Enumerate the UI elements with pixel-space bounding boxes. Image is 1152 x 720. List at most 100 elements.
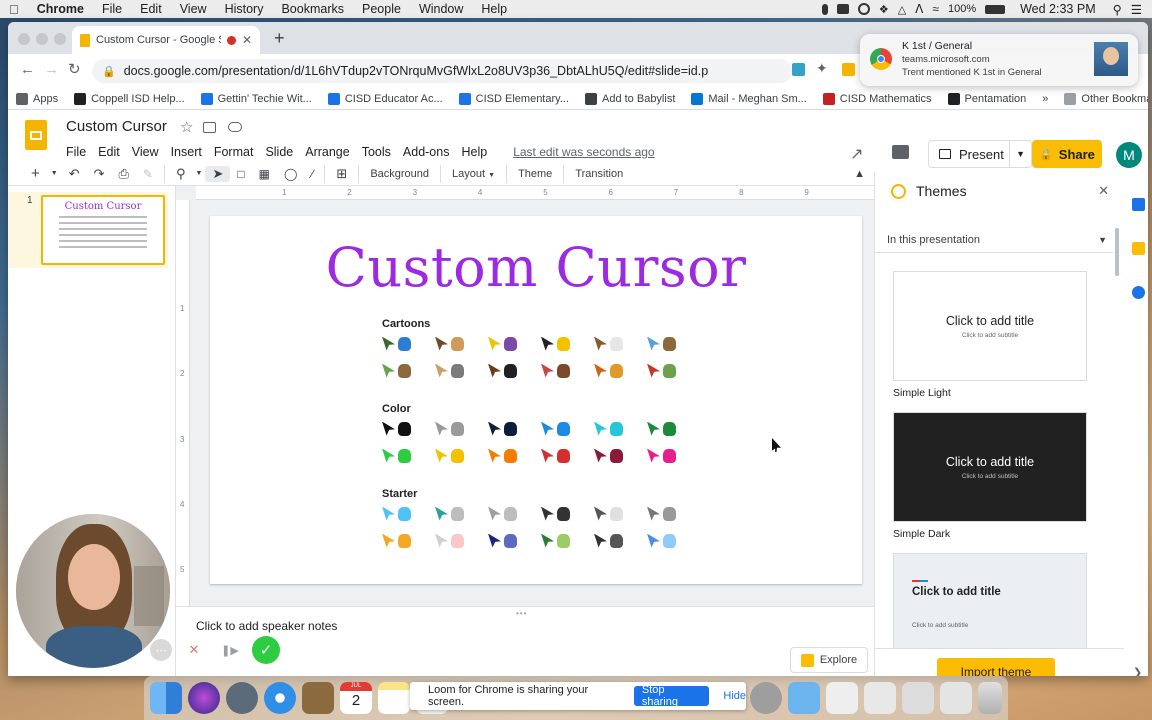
window-thumbnail-3[interactable] <box>902 682 934 714</box>
explore-button[interactable]: Explore <box>790 647 868 673</box>
bookmark-item[interactable]: CISD Mathematics <box>815 92 940 105</box>
paint-format-icon[interactable]: ✎ <box>136 167 160 181</box>
horizontal-ruler[interactable]: 1 2 3 4 5 6 7 8 9 <box>196 186 874 200</box>
share-button[interactable]: 🔒 Share <box>1032 140 1102 168</box>
line-icon[interactable]: ∕ <box>304 167 320 181</box>
window-minimize-button[interactable] <box>36 33 48 45</box>
drive-icon[interactable]: △ <box>898 3 906 16</box>
siri-icon[interactable] <box>188 682 220 714</box>
launchpad-icon[interactable] <box>226 682 258 714</box>
section-label-cartoons[interactable]: Cartoons <box>382 318 430 330</box>
cursor-option[interactable] <box>382 532 435 549</box>
cursor-option[interactable] <box>647 532 700 549</box>
spotlight-search-icon[interactable]: ⚲ <box>1113 2 1122 17</box>
extension-keep-icon[interactable] <box>842 63 855 76</box>
cursor-option[interactable] <box>647 335 700 352</box>
loom-finish-icon[interactable]: ✓ <box>252 636 280 664</box>
menu-tools[interactable]: Tools <box>362 141 398 163</box>
loom-webcam-bubble[interactable] <box>16 514 170 668</box>
microphone-icon[interactable] <box>821 3 828 15</box>
clock[interactable]: Wed 2:33 PM <box>1020 2 1096 16</box>
theme-filter-dropdown[interactable]: In this presentation ▼ <box>887 232 1107 248</box>
cursor-option[interactable] <box>647 420 700 437</box>
cursor-option[interactable] <box>541 532 594 549</box>
bookmark-item[interactable]: Coppell ISD Help... <box>66 92 193 105</box>
cursor-option[interactable] <box>594 505 647 522</box>
menu-file[interactable]: File <box>66 141 93 163</box>
cursor-option[interactable] <box>647 505 700 522</box>
window-thumbnail-2[interactable] <box>864 682 896 714</box>
select-cursor-icon[interactable]: ➤ <box>205 165 231 182</box>
cursor-option[interactable] <box>541 362 594 379</box>
slide-editor[interactable]: Custom Cursor Cartoons Color Starter <box>210 216 862 584</box>
url-text[interactable]: docs.google.com/presentation/d/1L6hVTdup… <box>124 64 709 78</box>
menu-insert[interactable]: Insert <box>171 141 209 163</box>
slide-title[interactable]: Custom Cursor <box>210 236 862 299</box>
add-comment-icon[interactable]: ⊞ <box>329 166 354 182</box>
hide-button[interactable]: Hide <box>723 690 746 702</box>
loom-more-icon[interactable]: ⋯ <box>150 639 172 661</box>
cursor-option[interactable] <box>488 505 541 522</box>
mac-menu-bookmarks[interactable]: Bookmarks <box>272 2 353 16</box>
keep-addon-icon[interactable] <box>1132 242 1145 255</box>
zoom-icon[interactable]: ⚲ <box>169 166 193 182</box>
system-preferences-icon[interactable] <box>750 682 782 714</box>
battery-percent[interactable]: 100% <box>948 3 976 15</box>
cursor-option[interactable] <box>382 420 435 437</box>
menu-help[interactable]: Help <box>461 141 494 163</box>
expand-panel-icon[interactable]: ❯ <box>1133 666 1142 676</box>
trash-icon[interactable] <box>978 682 1002 714</box>
cursor-option[interactable] <box>382 505 435 522</box>
battery-icon[interactable] <box>985 4 1006 14</box>
tasks-addon-icon[interactable] <box>1132 286 1145 299</box>
calendar-addon-icon[interactable] <box>1132 198 1145 211</box>
new-slide-icon[interactable]: + <box>24 165 47 182</box>
cursor-option[interactable] <box>594 532 647 549</box>
cursor-option[interactable] <box>488 420 541 437</box>
calendar-icon[interactable]: JUL 2 <box>340 682 372 714</box>
window-zoom-button[interactable] <box>54 33 66 45</box>
theme-card[interactable]: Click to add title Click to add subtitle <box>893 553 1087 649</box>
new-slide-dropdown-icon[interactable]: ▼ <box>47 170 62 177</box>
cursor-option[interactable] <box>541 420 594 437</box>
theme-button[interactable]: Theme <box>511 168 559 180</box>
bookmark-item[interactable]: Add to Babylist <box>577 92 683 105</box>
close-themes-icon[interactable]: ✕ <box>1098 183 1109 199</box>
cursor-option[interactable] <box>435 335 488 352</box>
browser-tab-active[interactable]: Custom Cursor - Google Sl ✕ <box>72 26 260 54</box>
menu-slide[interactable]: Slide <box>265 141 300 163</box>
bookmark-item[interactable]: Gettin' Techie Wit... <box>193 92 320 105</box>
theme-card[interactable]: Click to add title Click to add subtitle <box>893 412 1087 522</box>
contacts-icon[interactable] <box>302 682 334 714</box>
apple-icon[interactable]:  <box>0 2 28 17</box>
dropbox-icon[interactable]: ❖ <box>879 3 889 16</box>
collapse-toolbar-icon[interactable]: ▲ <box>847 168 872 180</box>
window-thumbnail-1[interactable] <box>826 682 858 714</box>
wifi-icon[interactable]: ≈ <box>932 2 939 16</box>
star-icon[interactable]: ☆ <box>180 118 193 136</box>
menu-format[interactable]: Format <box>214 141 261 163</box>
last-edit-link[interactable]: Last edit was seconds ago <box>513 141 654 163</box>
cursor-option[interactable] <box>594 335 647 352</box>
present-button[interactable]: Present ▼ <box>928 140 1032 168</box>
cursor-option[interactable] <box>541 335 594 352</box>
bookmark-item[interactable]: Mail - Meghan Sm... <box>683 92 814 105</box>
cursor-option[interactable] <box>488 335 541 352</box>
theme-card[interactable]: Click to add title Click to add subtitle <box>893 271 1087 381</box>
cursor-option[interactable] <box>594 447 647 464</box>
comments-icon[interactable] <box>892 145 909 159</box>
menu-view[interactable]: View <box>132 141 166 163</box>
cursor-option[interactable] <box>435 532 488 549</box>
bluetooth-icon[interactable]: ᐱ <box>915 2 923 16</box>
omnibox[interactable]: 🔒 docs.google.com/presentation/d/1L6hVTd… <box>92 59 792 83</box>
cursor-option[interactable] <box>541 505 594 522</box>
slide-thumbnail[interactable]: Custom Cursor <box>41 195 165 265</box>
background-button[interactable]: Background <box>363 168 436 180</box>
mac-menu-window[interactable]: Window <box>410 2 472 16</box>
bookmark-item[interactable]: CISD Educator Ac... <box>320 92 451 105</box>
transition-button[interactable]: Transition <box>568 168 630 180</box>
zoom-dropdown-icon[interactable]: ▼ <box>193 170 206 177</box>
reload-icon[interactable]: ↻ <box>68 60 81 78</box>
bookmark-item[interactable]: Pentamation <box>940 92 1035 105</box>
activity-trend-icon[interactable]: ↗ <box>850 144 863 164</box>
